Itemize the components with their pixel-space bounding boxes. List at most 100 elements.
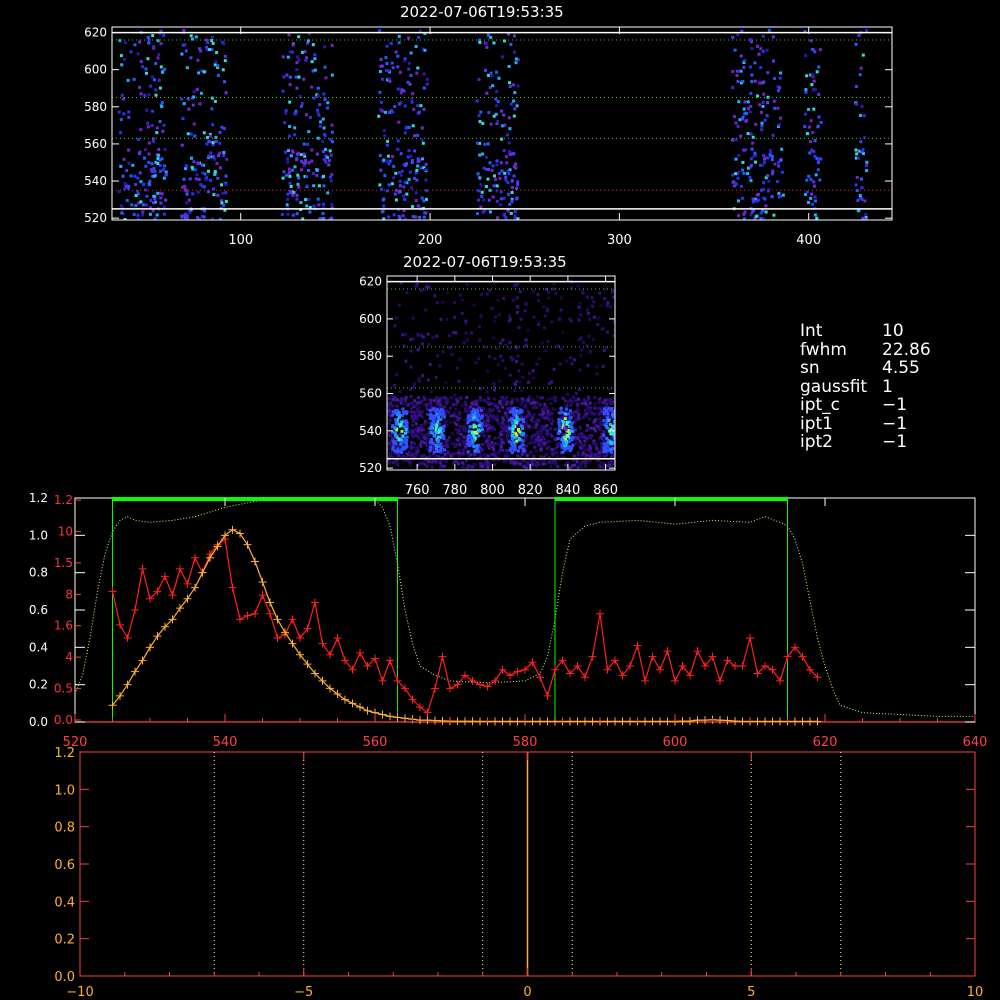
image-pixel (410, 100, 414, 104)
image-pixel (767, 28, 771, 32)
image-pixel (127, 148, 131, 152)
image-pixel (414, 45, 418, 48)
image-pixel (401, 434, 405, 438)
image-pixel (493, 174, 496, 178)
plot-canvas: 100 200 300 400520540560580600620760 780 800 8… (29, 26, 988, 1000)
image-pixel (162, 212, 166, 216)
image-pixel (554, 460, 558, 464)
image-pixel (182, 213, 186, 217)
image-pixel (464, 331, 468, 335)
image-pixel (470, 402, 474, 406)
image-pixel (517, 411, 521, 415)
image-pixel (396, 447, 400, 451)
image-pixel (584, 402, 587, 406)
image-pixel (748, 176, 752, 179)
image-pixel (131, 163, 135, 167)
image-pixel (420, 138, 424, 142)
image-pixel (330, 123, 334, 127)
image-pixel (808, 125, 811, 129)
image-pixel (490, 74, 494, 78)
image-pixel (428, 454, 432, 458)
image-pixel (306, 143, 309, 146)
image-pixel (194, 177, 198, 181)
image-pixel (458, 424, 462, 428)
image-pixel (281, 89, 285, 93)
image-pixel (411, 424, 414, 427)
image-pixel (500, 396, 504, 400)
image-pixel (149, 84, 153, 88)
image-pixel (732, 184, 736, 188)
image-pixel (530, 418, 533, 422)
image-pixel (126, 78, 130, 82)
image-pixel (753, 61, 757, 65)
image-pixel (535, 438, 539, 441)
image-pixel (765, 114, 769, 118)
image-pixel (472, 416, 476, 420)
image-pixel (743, 210, 747, 214)
image-pixel (190, 165, 194, 169)
image-pixel (450, 442, 454, 445)
image1-title: 2022-07-06T19:53:35 (400, 3, 564, 21)
image-pixel (464, 322, 468, 326)
image-pixel (739, 134, 743, 138)
image-pixel (416, 104, 420, 108)
image-pixel (737, 214, 741, 218)
image-pixel (760, 121, 764, 125)
param-key: ipt1 (800, 413, 833, 434)
image-pixel (415, 168, 419, 172)
spectrum-point (176, 564, 184, 573)
image-pixel (561, 396, 565, 400)
image-pixel (480, 190, 484, 194)
image-pixel (440, 432, 444, 436)
x-tick-label: 300 (607, 233, 632, 248)
image-pixel (593, 406, 597, 410)
image-pixel (587, 417, 591, 421)
image-pixel (512, 34, 516, 38)
image-pixel (455, 423, 459, 427)
image-pixel (440, 446, 444, 450)
image-pixel (770, 154, 774, 158)
image-pixel (211, 41, 215, 45)
image-pixel (295, 158, 299, 162)
image-pixel (482, 452, 486, 456)
model-point (138, 656, 147, 665)
image-pixel (199, 91, 203, 95)
image-pixel (399, 438, 403, 442)
image-pixel (812, 180, 816, 184)
image-pixel (857, 149, 861, 153)
image-pixel (562, 441, 565, 445)
image-pixel (186, 132, 190, 136)
image-pixel (435, 396, 438, 400)
image-pixel (804, 88, 808, 92)
image-pixel (539, 447, 543, 451)
image-pixel (419, 288, 423, 292)
image-pixel (778, 86, 782, 90)
image-pixel (129, 50, 133, 54)
image-pixel (750, 210, 754, 214)
image-pixel (480, 432, 484, 436)
image-pixel (519, 402, 523, 406)
image-pixel (810, 83, 814, 87)
image-pixel (410, 186, 414, 190)
image-pixel (520, 418, 524, 422)
image-pixel (159, 65, 163, 69)
image-pixel (541, 435, 545, 439)
image-pixel (478, 338, 482, 342)
image-pixel (495, 104, 499, 108)
y-tick-label-red: 4 (65, 650, 73, 664)
image-pixel (513, 389, 517, 392)
image-pixel (406, 459, 410, 463)
image-pixel (330, 130, 334, 134)
image-pixel (746, 132, 750, 136)
image-pixel (537, 321, 541, 324)
image-pixel (579, 446, 583, 450)
image-pixel (201, 184, 204, 188)
image-pixel (478, 40, 482, 44)
image-pixel (564, 359, 568, 363)
image-pixel (119, 118, 123, 121)
image-pixel (129, 174, 133, 178)
image-pixel (428, 363, 432, 366)
image-pixel (394, 418, 397, 422)
image-pixel (515, 311, 519, 314)
image-pixel (531, 398, 535, 402)
